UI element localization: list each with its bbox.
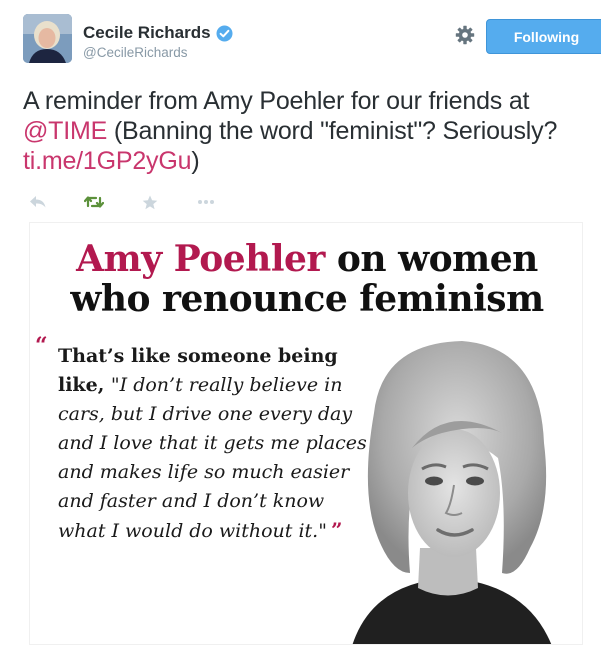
tweet-text: A reminder from Amy Poehler for our frie…: [23, 86, 583, 176]
verified-badge-icon: [216, 25, 233, 41]
media-title-rest: on women: [324, 238, 538, 280]
favorite-icon: [142, 195, 158, 209]
tweet-actions: [27, 193, 217, 211]
retweet-icon: [84, 196, 104, 208]
quote-body: "I don’t really believe in cars, but I d…: [58, 374, 367, 542]
following-button[interactable]: Following: [486, 19, 601, 54]
tweet-text-part1: A reminder from Amy Poehler for our frie…: [23, 87, 530, 115]
reply-icon: [30, 196, 46, 208]
retweet-button[interactable]: [83, 193, 105, 211]
media-title-line2: who renounce feminism: [70, 278, 544, 320]
url-link[interactable]: ti.me/1GP2yGu: [23, 147, 192, 175]
mention-link[interactable]: @TIME: [23, 117, 107, 145]
favorite-button[interactable]: [139, 193, 161, 211]
reply-button[interactable]: [27, 193, 49, 211]
quote-close-mark: ”: [330, 518, 343, 542]
quote-open-mark: “: [35, 333, 48, 359]
media-title: Amy Poehler on women who renounce femini…: [30, 238, 582, 320]
media-title-name: Amy Poehler: [76, 238, 325, 280]
avatar[interactable]: [23, 14, 72, 63]
author-name[interactable]: Cecile Richards: [83, 23, 211, 43]
media-quote: That’s like someone being like, "I don’t…: [58, 342, 368, 546]
author-names: Cecile Richards @CecileRichards: [83, 23, 233, 60]
tweet-text-part2: (Banning the word "feminist"? Seriously?: [107, 117, 558, 145]
tweet-media-image[interactable]: Amy Poehler on women who renounce femini…: [29, 222, 583, 645]
tweet-text-part3: ): [191, 147, 200, 175]
fullname-row: Cecile Richards: [83, 23, 233, 43]
more-icon: [198, 200, 214, 204]
avatar-image: [23, 14, 72, 63]
tweet-header: Cecile Richards @CecileRichards Followin…: [23, 14, 601, 66]
author-handle[interactable]: @CecileRichards: [83, 45, 233, 60]
more-button[interactable]: [195, 193, 217, 211]
gear-icon[interactable]: [455, 25, 475, 45]
